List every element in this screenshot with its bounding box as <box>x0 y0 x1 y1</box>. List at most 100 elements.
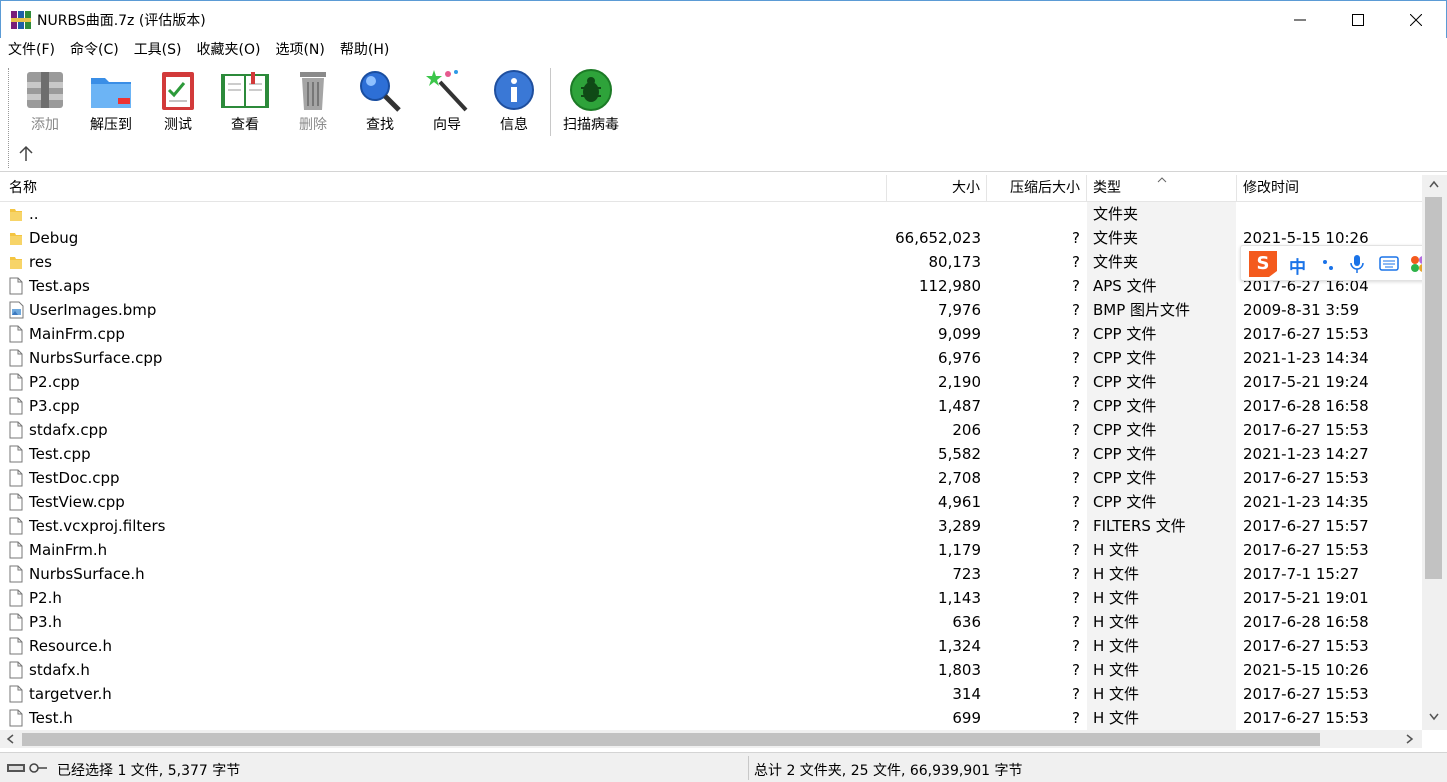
ime-toolbar[interactable]: S 中 <box>1240 245 1434 281</box>
status-bar: 已经选择 1 文件, 5,377 字节 总计 2 文件夹, 25 文件, 66,… <box>0 752 1447 782</box>
up-folder-arrow-icon[interactable] <box>16 144 36 164</box>
file-row[interactable]: NurbsSurface.cpp 6,976 ? CPP 文件 2021-1-2… <box>0 346 1422 370</box>
add-label: 添加 <box>31 117 59 133</box>
punctuation-icon[interactable] <box>1321 256 1337 272</box>
column-header: 名称 大小 压缩后大小 类型 修改时间 <box>0 175 1422 202</box>
file-row[interactable]: P2.h 1,143 ? H 文件 2017-5-21 19:01 <box>0 586 1422 610</box>
drive-key-icon[interactable] <box>6 761 48 775</box>
view-button[interactable]: 查看 <box>213 66 277 138</box>
file-name: UserImages.bmp <box>29 301 157 319</box>
file-size: 112,980 <box>918 277 981 295</box>
file-size: 1,803 <box>938 661 981 679</box>
close-icon <box>1410 14 1422 26</box>
file-type: CPP 文件 <box>1087 442 1236 466</box>
file-type: CPP 文件 <box>1087 490 1236 514</box>
menu-commands[interactable]: 命令(C) <box>63 38 126 62</box>
scan-virus-label: 扫描病毒 <box>563 117 619 133</box>
microphone-icon[interactable] <box>1349 254 1365 274</box>
file-row[interactable]: P2.cpp 2,190 ? CPP 文件 2017-5-21 19:24 <box>0 370 1422 394</box>
menu-favorites[interactable]: 收藏夹(O) <box>190 38 268 62</box>
horizontal-scroll-thumb[interactable] <box>22 733 1320 746</box>
file-row[interactable]: UserImages.bmp 7,976 ? BMP 图片文件 2009-8-3… <box>0 298 1422 322</box>
menu-tools[interactable]: 工具(S) <box>127 38 189 62</box>
scroll-up-icon[interactable] <box>1429 180 1439 188</box>
test-clipboard-icon <box>162 72 194 110</box>
file-packed-size: ? <box>1072 709 1080 727</box>
scroll-left-icon[interactable] <box>6 734 14 744</box>
close-button[interactable] <box>1387 1 1445 39</box>
file-modified: 2017-6-27 15:53 <box>1243 325 1369 343</box>
menu-bar: 文件(F) 命令(C) 工具(S) 收藏夹(O) 选项(N) 帮助(H) <box>0 38 1447 62</box>
file-row[interactable]: Test.vcxproj.filters 3,289 ? FILTERS 文件 … <box>0 514 1422 538</box>
file-list: .. 文件夹 Debug 66,652,023 ? 文件夹 2021-5-15 … <box>0 202 1422 730</box>
minimize-button[interactable] <box>1271 1 1329 39</box>
file-name: Test.aps <box>29 277 90 295</box>
keyboard-icon[interactable] <box>1379 256 1399 272</box>
file-size: 1,324 <box>938 637 981 655</box>
file-type: BMP 图片文件 <box>1087 298 1236 322</box>
delete-button[interactable]: 删除 <box>281 66 345 138</box>
file-type: FILTERS 文件 <box>1087 514 1236 538</box>
file-type: CPP 文件 <box>1087 418 1236 442</box>
find-button[interactable]: 查找 <box>348 66 412 138</box>
add-archive-icon <box>27 72 63 108</box>
file-type: H 文件 <box>1087 562 1236 586</box>
sort-ascending-icon <box>1157 177 1167 183</box>
file-row[interactable]: P3.h 636 ? H 文件 2017-6-28 16:58 <box>0 610 1422 634</box>
menu-help[interactable]: 帮助(H) <box>333 38 396 62</box>
file-modified: 2017-6-27 15:53 <box>1243 541 1369 559</box>
window-title: NURBS曲面.7z (评估版本) <box>37 13 206 29</box>
sogou-logo-icon[interactable]: S <box>1245 247 1281 279</box>
scroll-down-icon[interactable] <box>1429 713 1439 721</box>
info-button[interactable]: 信息 <box>482 66 546 138</box>
file-size: 206 <box>952 421 981 439</box>
file-row[interactable]: stdafx.cpp 206 ? CPP 文件 2017-6-27 15:53 <box>0 418 1422 442</box>
menu-file[interactable]: 文件(F) <box>1 38 62 62</box>
test-button[interactable]: 测试 <box>146 66 210 138</box>
scan-virus-button[interactable]: 扫描病毒 <box>559 66 623 138</box>
column-modified[interactable]: 修改时间 <box>1237 175 1422 202</box>
file-packed-size: ? <box>1072 565 1080 583</box>
file-row[interactable]: Test.h 699 ? H 文件 2017-6-27 15:53 <box>0 706 1422 730</box>
column-name[interactable]: 名称 <box>0 175 887 202</box>
file-row[interactable]: Debug 66,652,023 ? 文件夹 2021-5-15 10:26 <box>0 226 1422 250</box>
file-packed-size: ? <box>1072 685 1080 703</box>
file-row[interactable]: Test.aps 112,980 ? APS 文件 2017-6-27 16:0… <box>0 274 1422 298</box>
file-row[interactable]: stdafx.h 1,803 ? H 文件 2021-5-15 10:26 <box>0 658 1422 682</box>
extract-button[interactable]: 解压到 <box>79 66 143 138</box>
maximize-button[interactable] <box>1329 1 1387 39</box>
file-row[interactable]: NurbsSurface.h 723 ? H 文件 2017-7-1 15:27 <box>0 562 1422 586</box>
file-size: 2,190 <box>938 373 981 391</box>
file-type: CPP 文件 <box>1087 346 1236 370</box>
file-row[interactable]: Resource.h 1,324 ? H 文件 2017-6-27 15:53 <box>0 634 1422 658</box>
scroll-right-icon[interactable] <box>1406 734 1414 744</box>
file-packed-size: ? <box>1072 469 1080 487</box>
file-row[interactable]: MainFrm.h 1,179 ? H 文件 2017-6-27 15:53 <box>0 538 1422 562</box>
file-row[interactable]: targetver.h 314 ? H 文件 2017-6-27 15:53 <box>0 682 1422 706</box>
column-packed[interactable]: 压缩后大小 <box>987 175 1087 202</box>
file-modified: 2021-1-23 14:27 <box>1243 445 1369 463</box>
file-row[interactable]: TestView.cpp 4,961 ? CPP 文件 2021-1-23 14… <box>0 490 1422 514</box>
winrar-app-icon[interactable] <box>11 11 31 29</box>
menu-options[interactable]: 选项(N) <box>268 38 331 62</box>
file-name: stdafx.h <box>29 661 90 679</box>
vertical-scroll-thumb[interactable] <box>1425 197 1442 579</box>
file-type: H 文件 <box>1087 538 1236 562</box>
file-modified: 2017-6-27 15:53 <box>1243 709 1369 727</box>
file-packed-size: ? <box>1072 493 1080 511</box>
add-button[interactable]: 添加 <box>13 66 77 138</box>
file-row[interactable]: Test.cpp 5,582 ? CPP 文件 2021-1-23 14:27 <box>0 442 1422 466</box>
file-packed-size: ? <box>1072 661 1080 679</box>
ime-chinese-mode[interactable]: 中 <box>1289 253 1306 278</box>
column-size[interactable]: 大小 <box>887 175 987 202</box>
file-size: 1,179 <box>938 541 981 559</box>
file-row[interactable]: TestDoc.cpp 2,708 ? CPP 文件 2017-6-27 15:… <box>0 466 1422 490</box>
file-name: Test.vcxproj.filters <box>29 517 166 535</box>
find-label: 查找 <box>366 117 394 133</box>
file-row[interactable]: .. 文件夹 <box>0 202 1422 226</box>
file-row[interactable]: P3.cpp 1,487 ? CPP 文件 2017-6-28 16:58 <box>0 394 1422 418</box>
file-modified: 2017-5-21 19:24 <box>1243 373 1369 391</box>
file-row[interactable]: res 80,173 ? 文件夹 2 <box>0 250 1422 274</box>
wizard-button[interactable]: 向导 <box>415 66 479 138</box>
file-row[interactable]: MainFrm.cpp 9,099 ? CPP 文件 2017-6-27 15:… <box>0 322 1422 346</box>
